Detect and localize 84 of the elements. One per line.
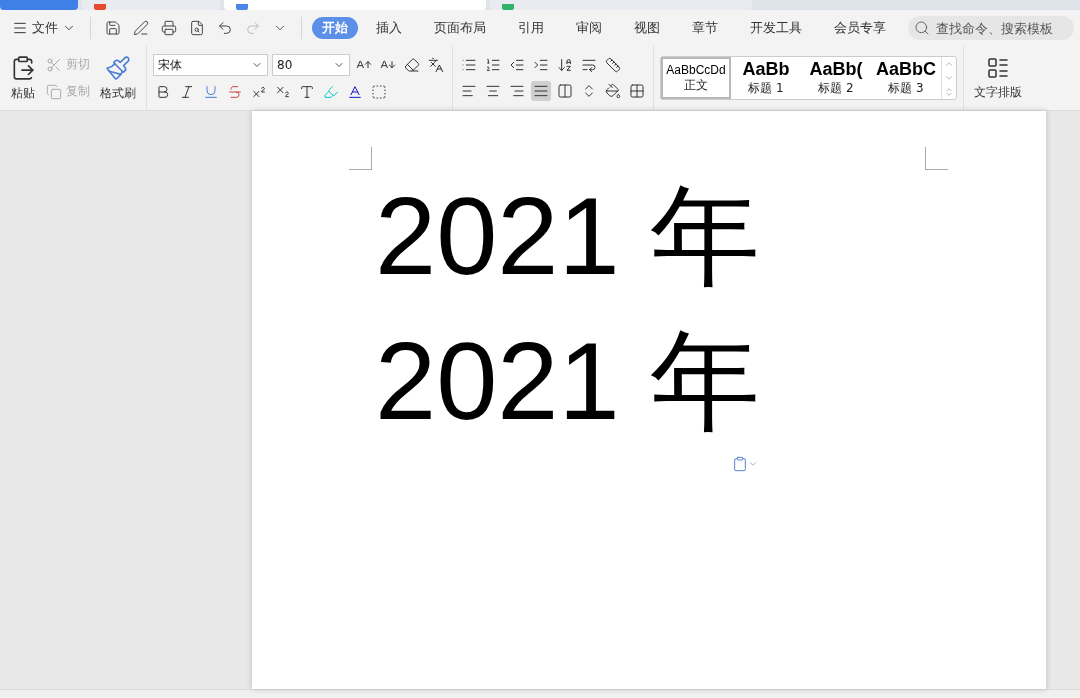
shading-button[interactable] — [603, 81, 623, 101]
printer-icon — [161, 20, 177, 36]
style-name: 标题 2 — [818, 80, 854, 97]
grid-icon — [629, 83, 645, 99]
superscript-icon — [251, 84, 267, 100]
underline-icon — [203, 84, 219, 100]
chevron-up-icon — [944, 59, 954, 69]
menu-icon — [12, 20, 28, 36]
wrap-icon — [581, 57, 597, 73]
redo-icon — [245, 20, 261, 36]
character-border-icon — [371, 84, 387, 100]
highlighter-icon — [323, 84, 339, 100]
style-preview: AaBbC — [876, 59, 936, 80]
distributed-icon — [557, 83, 573, 99]
menu-tab[interactable]: 会员专享 — [824, 17, 896, 39]
style-preview: AaBbCcDd — [666, 62, 726, 77]
chevron-down-icon — [748, 459, 758, 469]
document-tab[interactable] — [224, 0, 486, 10]
clear-format-button[interactable] — [402, 55, 422, 75]
clipboard-icon — [732, 456, 748, 472]
search-document-icon — [189, 20, 205, 36]
subscript-icon — [275, 84, 291, 100]
bullet-list-icon — [461, 57, 477, 73]
paste-button[interactable]: 粘贴 — [6, 52, 40, 104]
scissors-icon — [46, 56, 62, 73]
menu-tab[interactable]: 开发工具 — [740, 17, 812, 39]
document-tab[interactable] — [82, 0, 220, 10]
app-icon — [236, 4, 248, 10]
phonetic-icon — [428, 57, 444, 73]
search-icon — [914, 20, 930, 36]
document-text: 2021 年 — [375, 173, 761, 299]
font-select[interactable]: 宋体 — [153, 54, 268, 76]
justify-icon — [533, 83, 549, 99]
menu-tab[interactable]: 引用 — [508, 17, 554, 39]
text-layout-button[interactable]: 文字排版 — [970, 53, 1026, 103]
strikethrough-icon — [227, 84, 243, 100]
copy-icon — [46, 83, 62, 100]
bold-icon — [155, 84, 171, 100]
menu-tab[interactable]: 视图 — [624, 17, 670, 39]
italic-icon — [179, 84, 195, 100]
style-item[interactable]: AaBbCcDd 正文 — [661, 57, 731, 99]
menu-tab[interactable]: 章节 — [682, 17, 728, 39]
menu-tab[interactable]: 审阅 — [566, 17, 612, 39]
search-field[interactable]: 查找命令、搜索模板 — [908, 16, 1074, 40]
pen-icon — [133, 20, 149, 36]
style-name: 正文 — [684, 76, 708, 94]
sort-icon — [557, 57, 573, 73]
menu-tab[interactable]: 页面布局 — [424, 17, 496, 39]
undo-icon — [217, 20, 233, 36]
text-effect-icon — [299, 84, 315, 100]
brush-icon — [105, 54, 131, 81]
file-menu[interactable]: 文件 — [8, 19, 80, 37]
eraser-icon — [404, 57, 420, 73]
expand-icon — [944, 87, 954, 97]
app-icon — [502, 4, 514, 10]
numbered-list-icon — [485, 57, 501, 73]
menu-tab[interactable]: 插入 — [366, 17, 412, 39]
format-painter-button[interactable]: 格式刷 — [96, 52, 140, 104]
paint-bucket-icon — [605, 83, 621, 99]
text-layout-icon — [986, 55, 1010, 80]
ruler-icon — [605, 57, 621, 73]
indent-icon — [533, 57, 549, 73]
margin-mark — [925, 147, 948, 170]
align-button[interactable] — [531, 81, 551, 101]
margin-mark — [349, 147, 372, 170]
align-left-icon — [461, 83, 477, 99]
align-center-icon — [485, 83, 501, 99]
align-right-icon — [509, 83, 525, 99]
font-color-icon — [347, 84, 363, 100]
phonetic-button[interactable] — [426, 55, 446, 75]
paste-options-button[interactable] — [732, 456, 758, 472]
style-preview: AaBb( — [809, 59, 863, 80]
save-icon — [105, 20, 121, 36]
borders-button[interactable] — [627, 81, 647, 101]
align-button[interactable] — [555, 81, 575, 101]
document-text: 2021 年 — [375, 318, 761, 444]
ruler-button[interactable] — [603, 55, 623, 75]
style-name: 标题 3 — [888, 80, 924, 97]
font-size-select[interactable]: 80 — [272, 54, 350, 76]
app-icon — [94, 4, 106, 10]
outdent-icon — [509, 57, 525, 73]
style-name: 标题 1 — [748, 80, 784, 97]
chevron-down-icon — [944, 73, 954, 83]
style-preview: AaBb — [742, 59, 790, 80]
